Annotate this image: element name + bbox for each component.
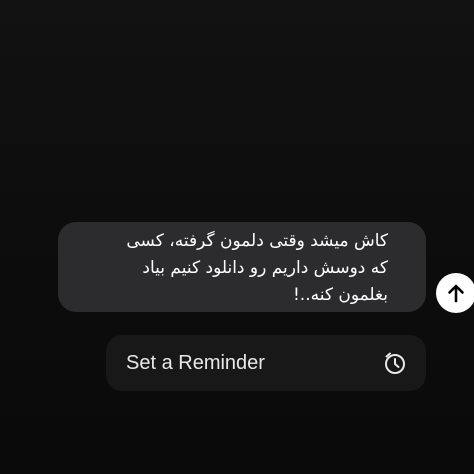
- alarm-clock-icon: [382, 350, 408, 376]
- set-reminder-button[interactable]: Set a Reminder: [106, 335, 426, 391]
- message-bubble[interactable]: کاش میشد وقتی دلمون گرفته، کسی که دوسش د…: [58, 222, 426, 312]
- message-text: کاش میشد وقتی دلمون گرفته، کسی که دوسش د…: [126, 231, 388, 305]
- reminder-label: Set a Reminder: [126, 351, 265, 374]
- send-button[interactable]: [436, 273, 474, 313]
- arrow-up-icon: [445, 282, 467, 304]
